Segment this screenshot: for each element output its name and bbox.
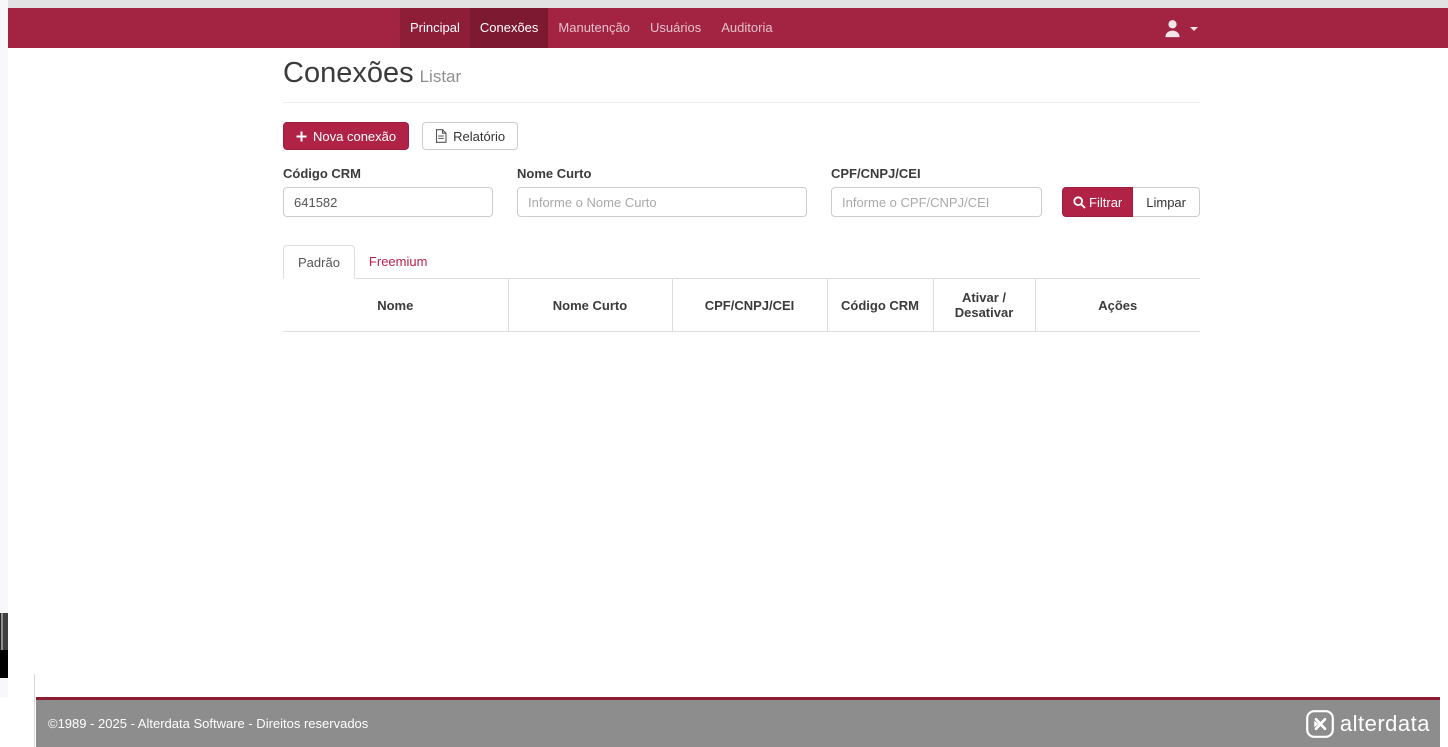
field-codigo-crm: Código CRM: [283, 166, 493, 217]
report-button[interactable]: Relatório: [422, 122, 519, 150]
user-menu-dropdown[interactable]: [1153, 8, 1206, 48]
field-cpf-cnpj-cei: CPF/CNPJ/CEI: [831, 166, 1042, 217]
cpf-cnpj-cei-label: CPF/CNPJ/CEI: [831, 166, 921, 181]
filter-button-group: Filtrar Limpar: [1062, 187, 1200, 217]
filter-button[interactable]: Filtrar: [1062, 187, 1134, 217]
nav-item-conexoes[interactable]: Conexões: [469, 8, 549, 48]
connections-table: Nome Nome Curto CPF/CNPJ/CEI Código CRM …: [283, 279, 1200, 332]
plus-icon: [296, 131, 307, 142]
table-header-row: Nome Nome Curto CPF/CNPJ/CEI Código CRM …: [283, 279, 1200, 332]
screen-edge-artifact-gray: [0, 613, 8, 650]
cpf-cnpj-cei-input[interactable]: [831, 187, 1042, 217]
clear-button[interactable]: Limpar: [1133, 187, 1200, 217]
nav-item-manutencao[interactable]: Manutenção: [548, 8, 640, 48]
page-subtitle: Listar: [419, 67, 462, 86]
filter-label: Filtrar: [1089, 194, 1123, 210]
column-header-nome: Nome: [283, 279, 508, 332]
footer: ©1989 - 2025 - Alterdata Software - Dire…: [36, 697, 1440, 747]
left-gutter: [0, 0, 8, 697]
field-nome-curto: Nome Curto: [517, 166, 807, 217]
tab-bar: Padrão Freemium: [283, 245, 1200, 279]
new-connection-label: Nova conexão: [313, 128, 397, 144]
nav-item-usuarios[interactable]: Usuários: [640, 8, 711, 48]
nav-item-auditoria[interactable]: Auditoria: [711, 8, 782, 48]
nome-curto-label: Nome Curto: [517, 166, 592, 181]
main-content: Conexões Listar Nova conexão Relatório Có…: [283, 48, 1200, 332]
alterdata-logo-icon: [1305, 709, 1335, 739]
search-icon: [1073, 195, 1086, 209]
codigo-crm-input[interactable]: [283, 187, 493, 217]
browser-top-strip: [8, 0, 1448, 8]
column-header-ativar-desativar: Ativar / Desativar: [932, 279, 1035, 332]
alterdata-brand: alterdata: [1305, 709, 1434, 739]
nav-list: Principal Conexões Manutenção Usuários A…: [400, 8, 783, 48]
screen-edge-line: [34, 674, 35, 747]
copyright-text: ©1989 - 2025 - Alterdata Software - Dire…: [48, 716, 369, 731]
page-header: Conexões Listar: [283, 48, 1200, 103]
column-header-cpf-cnpj-cei: CPF/CNPJ/CEI: [671, 279, 827, 332]
user-icon: [1161, 17, 1184, 40]
codigo-crm-label: Código CRM: [283, 166, 361, 181]
clear-label: Limpar: [1146, 194, 1186, 210]
page-title: Conexões: [283, 57, 414, 89]
document-icon: [435, 129, 447, 143]
column-header-codigo-crm: Código CRM: [826, 279, 933, 332]
nav-item-principal[interactable]: Principal: [400, 8, 470, 48]
column-header-acoes: Ações: [1034, 279, 1200, 332]
nome-curto-input[interactable]: [517, 187, 807, 217]
navbar: Principal Conexões Manutenção Usuários A…: [8, 8, 1448, 48]
toolbar: Nova conexão Relatório: [283, 122, 1200, 151]
tab-freemium[interactable]: Freemium: [355, 245, 442, 279]
filter-form: Código CRM Nome Curto CPF/CNPJ/CEI Filtr…: [283, 166, 1200, 217]
screen-edge-artifact-black: [0, 650, 8, 678]
alterdata-brand-text: alterdata: [1339, 710, 1430, 736]
column-header-nome-curto: Nome Curto: [507, 279, 672, 332]
tab-padrao[interactable]: Padrão: [283, 245, 355, 279]
caret-down-icon: [1190, 27, 1198, 31]
new-connection-button[interactable]: Nova conexão: [283, 122, 410, 150]
report-label: Relatório: [453, 128, 506, 144]
